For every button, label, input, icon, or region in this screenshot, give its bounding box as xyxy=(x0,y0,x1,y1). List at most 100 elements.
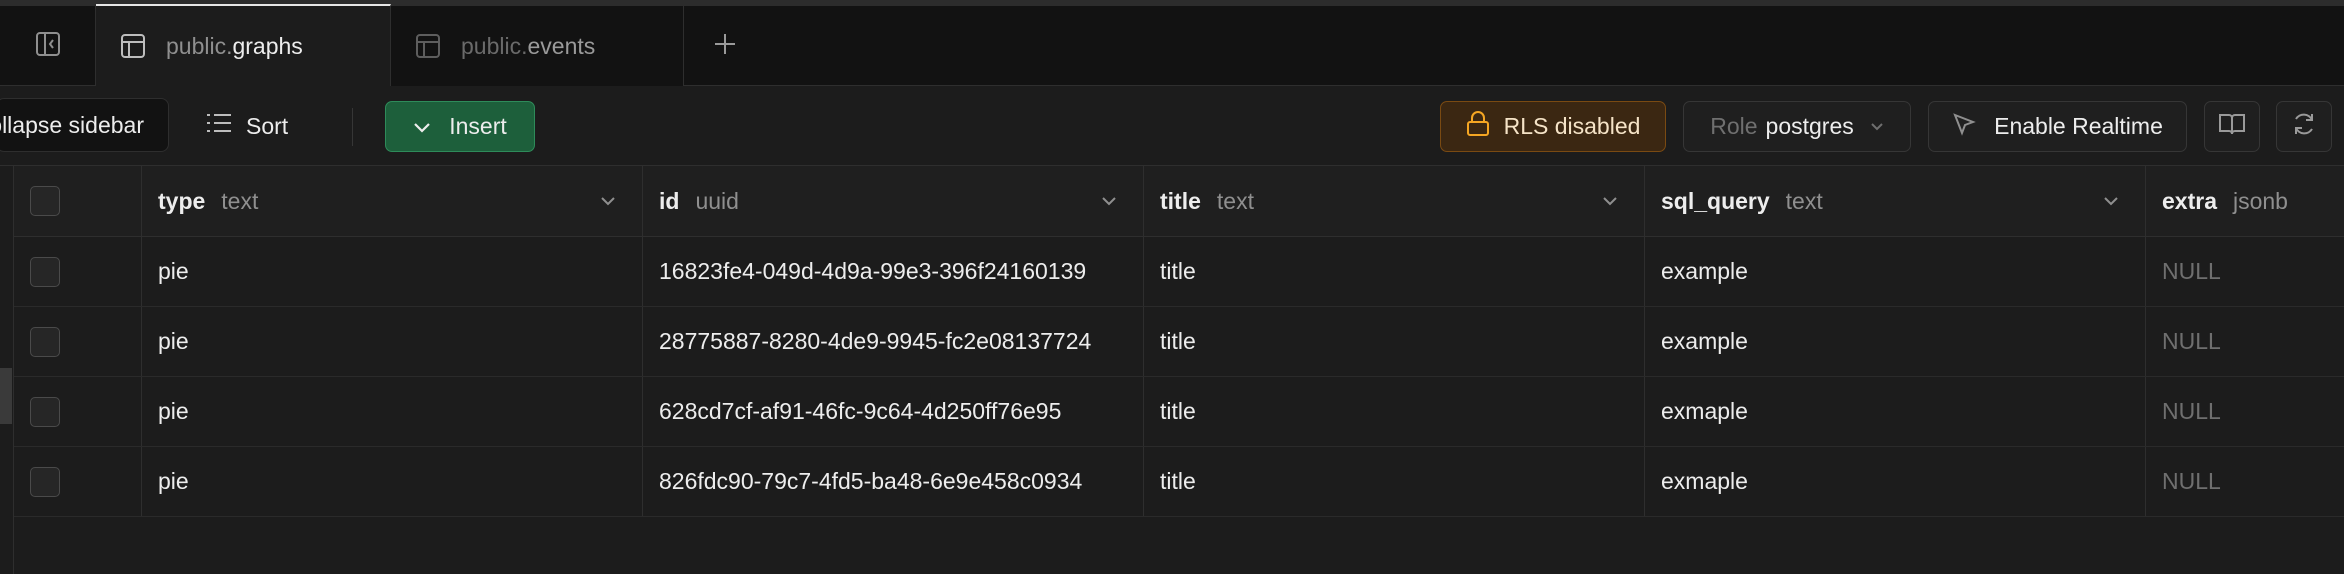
cell-null-value: NULL xyxy=(2162,398,2221,424)
cell-type[interactable]: pie xyxy=(142,447,643,516)
book-icon xyxy=(2218,112,2246,141)
column-header-type[interactable]: type text xyxy=(142,166,643,236)
row-checkbox[interactable] xyxy=(30,396,60,427)
grid-empty-area xyxy=(14,517,2344,574)
cell-sql-query[interactable]: example xyxy=(1645,307,2146,376)
tab-bar: public. graphs public. events xyxy=(0,0,2344,86)
sidebar-panel-icon xyxy=(34,30,62,63)
cell-value: exmaple xyxy=(1661,398,1748,424)
column-header-extra[interactable]: extra jsonb xyxy=(2146,166,2344,236)
cell-type[interactable]: pie xyxy=(142,377,643,446)
insert-label: Insert xyxy=(449,113,507,139)
cell-title[interactable]: title xyxy=(1144,377,1645,446)
row-select-cell xyxy=(14,447,142,516)
table-row[interactable]: pie 16823fe4-049d-4d9a-99e3-396f24160139… xyxy=(14,237,2344,307)
chevron-down-icon[interactable] xyxy=(1602,196,1618,206)
column-name: extra xyxy=(2162,187,2217,214)
cell-null-value: NULL xyxy=(2162,468,2221,494)
table-row[interactable]: pie 826fdc90-79c7-4fd5-ba48-6e9e458c0934… xyxy=(14,447,2344,517)
chevron-down-icon[interactable] xyxy=(1101,196,1117,206)
cell-value: title xyxy=(1160,468,1196,494)
toolbar-divider xyxy=(352,108,353,146)
tab-public-graphs[interactable]: public. graphs xyxy=(96,4,391,86)
cell-value: example xyxy=(1661,328,1748,354)
row-checkbox[interactable] xyxy=(30,466,60,497)
column-name: title xyxy=(1160,187,1201,214)
row-select-cell xyxy=(14,307,142,376)
table-icon xyxy=(120,33,146,59)
select-all-checkbox[interactable] xyxy=(30,186,60,216)
cell-extra[interactable]: NULL xyxy=(2146,237,2344,306)
scrollbar-thumb[interactable] xyxy=(0,368,12,424)
cell-type[interactable]: pie xyxy=(142,307,643,376)
cell-sql-query[interactable]: exmaple xyxy=(1645,447,2146,516)
list-icon xyxy=(206,112,232,140)
cell-value: pie xyxy=(158,328,189,354)
table-row[interactable]: pie 628cd7cf-af91-46fc-9c64-4d250ff76e95… xyxy=(14,377,2344,447)
realtime-label: Enable Realtime xyxy=(1994,113,2163,139)
cell-value: 28775887-8280-4de9-9945-fc2e08137724 xyxy=(659,328,1092,354)
lock-icon xyxy=(1466,110,1490,143)
cell-value: pie xyxy=(158,468,189,494)
insert-button[interactable]: Insert xyxy=(385,101,535,152)
chevron-down-icon[interactable] xyxy=(600,196,616,206)
column-type: text xyxy=(1216,187,1254,214)
column-name: type xyxy=(158,187,206,214)
column-header-sql-query[interactable]: sql_query text xyxy=(1645,166,2146,236)
row-checkbox[interactable] xyxy=(30,256,60,287)
cell-sql-query[interactable]: example xyxy=(1645,237,2146,306)
grid-header-row: type text id uuid title text sql_query t… xyxy=(14,166,2344,237)
cell-null-value: NULL xyxy=(2162,258,2221,284)
column-type: jsonb xyxy=(2232,187,2288,214)
cell-value: 628cd7cf-af91-46fc-9c64-4d250ff76e95 xyxy=(659,398,1062,424)
cell-title[interactable]: title xyxy=(1144,237,1645,306)
column-name: sql_query xyxy=(1661,187,1770,214)
row-checkbox[interactable] xyxy=(30,326,60,357)
cell-id[interactable]: 16823fe4-049d-4d9a-99e3-396f24160139 xyxy=(643,237,1144,306)
row-select-cell xyxy=(14,377,142,446)
sort-button[interactable]: Sort xyxy=(206,101,288,151)
tab-table-name: graphs xyxy=(232,32,303,59)
cell-value: title xyxy=(1160,398,1196,424)
column-header-id[interactable]: id uuid xyxy=(643,166,1144,236)
cell-value: example xyxy=(1661,258,1748,284)
table-row[interactable]: pie 28775887-8280-4de9-9945-fc2e08137724… xyxy=(14,307,2344,377)
sidebar-toggle-button[interactable] xyxy=(0,6,96,86)
chevron-down-icon xyxy=(413,113,431,140)
cell-extra[interactable]: NULL xyxy=(2146,377,2344,446)
rls-disabled-button[interactable]: RLS disabled xyxy=(1440,101,1666,152)
role-selector[interactable]: Role postgres xyxy=(1683,101,1911,152)
tab-schema: public. xyxy=(166,32,233,59)
cursor-icon xyxy=(1952,112,1976,142)
api-docs-button[interactable] xyxy=(2204,101,2260,152)
cell-value: pie xyxy=(158,258,189,284)
role-label: Role xyxy=(1710,113,1758,139)
refresh-icon xyxy=(2291,111,2317,142)
refresh-button[interactable] xyxy=(2276,101,2332,152)
column-header-title[interactable]: title text xyxy=(1144,166,1645,236)
cell-value: title xyxy=(1160,258,1196,284)
cell-title[interactable]: title xyxy=(1144,447,1645,516)
table-editor: public.graphs public.events Collap xyxy=(0,0,2344,574)
chevron-down-icon[interactable] xyxy=(2103,196,2119,206)
cell-sql-query[interactable]: exmaple xyxy=(1645,377,2146,446)
row-select-cell xyxy=(14,237,142,306)
cell-extra[interactable]: NULL xyxy=(2146,447,2344,516)
new-tab-button[interactable] xyxy=(684,6,766,86)
cell-type[interactable]: pie xyxy=(142,237,643,306)
cell-id[interactable]: 826fdc90-79c7-4fd5-ba48-6e9e458c0934 xyxy=(643,447,1144,516)
cell-extra[interactable]: NULL xyxy=(2146,307,2344,376)
tab-public-events[interactable]: public. events xyxy=(391,6,684,86)
cell-title[interactable]: title xyxy=(1144,307,1645,376)
enable-realtime-button[interactable]: Enable Realtime xyxy=(1928,101,2187,152)
cell-id[interactable]: 628cd7cf-af91-46fc-9c64-4d250ff76e95 xyxy=(643,377,1144,446)
column-type: text xyxy=(1785,187,1823,214)
data-grid: type text id uuid title text sql_query t… xyxy=(14,166,2344,517)
column-type: uuid xyxy=(695,187,739,214)
sort-label: Sort xyxy=(246,112,289,139)
cell-id[interactable]: 28775887-8280-4de9-9945-fc2e08137724 xyxy=(643,307,1144,376)
cell-value: pie xyxy=(158,398,189,424)
select-all-cell xyxy=(14,166,142,236)
plus-icon xyxy=(712,31,738,62)
column-type: text xyxy=(221,187,259,214)
